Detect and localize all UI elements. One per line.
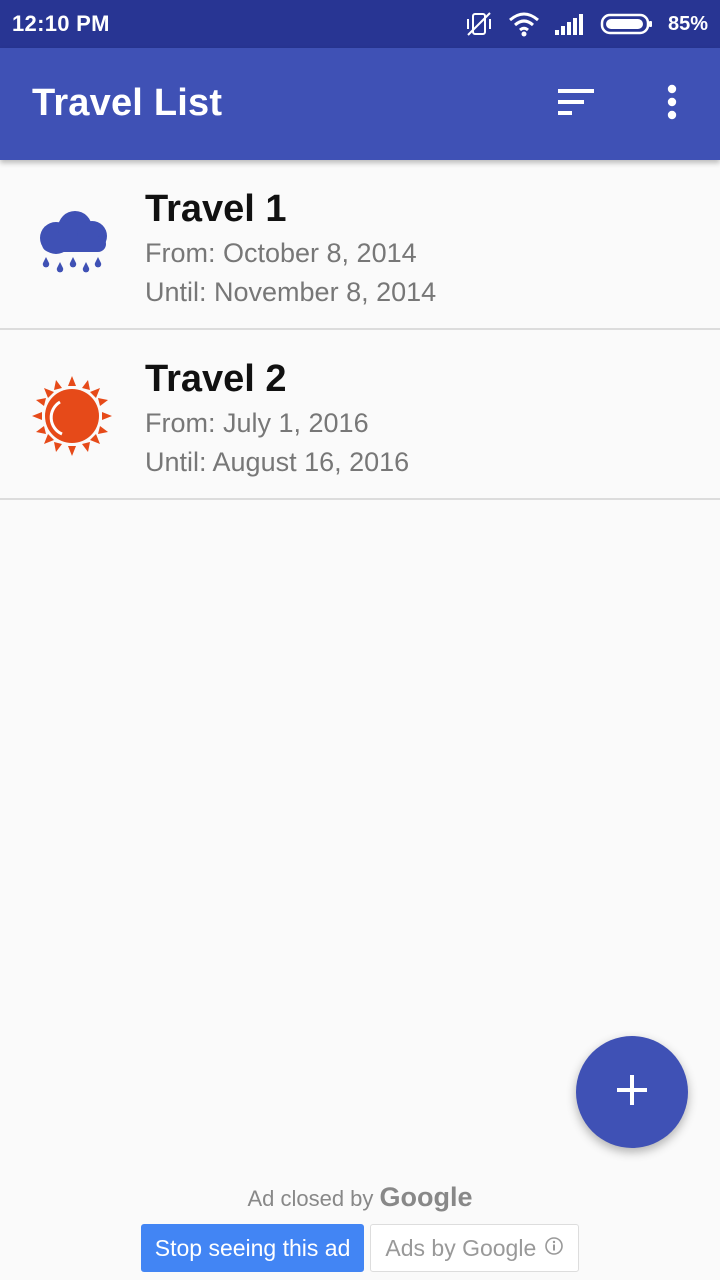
- add-travel-button[interactable]: [576, 1036, 688, 1148]
- page-title: Travel List: [32, 82, 223, 124]
- travel-title: Travel 2: [145, 358, 287, 400]
- stop-seeing-ad-label: Stop seeing this ad: [154, 1234, 351, 1261]
- list-item[interactable]: Travel 1 From: October 8, 2014 Until: No…: [0, 160, 720, 330]
- add-icon: [615, 1073, 649, 1112]
- sort-icon: [556, 87, 596, 122]
- ads-by-google-label: Ads by Google: [385, 1234, 537, 1261]
- info-icon: [544, 1235, 564, 1262]
- app-bar: Travel List: [0, 48, 720, 160]
- ads-by-google-button[interactable]: Ads by Google: [370, 1224, 580, 1272]
- travel-from-date: From: July 1, 2016: [145, 408, 369, 438]
- list-item[interactable]: Travel 2 From: July 1, 2016 Until: Augus…: [0, 330, 720, 500]
- travel-until-date: Until: August 16, 2016: [145, 447, 410, 477]
- ad-closed-notice: Ad closed by Google: [0, 1182, 720, 1213]
- sun-icon: [30, 374, 114, 458]
- ad-closed-text: Ad closed by: [247, 1186, 374, 1211]
- travel-title: Travel 1: [145, 188, 287, 230]
- more-vert-icon: [666, 84, 678, 125]
- vibrate-off-icon: [464, 11, 494, 37]
- status-time: 12:10 PM: [12, 11, 110, 36]
- wifi-icon: [508, 11, 540, 37]
- travel-list: Travel 1 From: October 8, 2014 Until: No…: [0, 160, 720, 500]
- stop-seeing-ad-button[interactable]: Stop seeing this ad: [140, 1224, 365, 1272]
- travel-until-date: Until: November 8, 2014: [145, 277, 437, 307]
- travel-from-date: From: October 8, 2014: [145, 238, 417, 268]
- battery-icon: [600, 12, 654, 36]
- rain-cloud-icon: [30, 204, 114, 288]
- more-options-button[interactable]: [644, 76, 700, 132]
- sort-button[interactable]: [548, 76, 604, 132]
- battery-percentage: 85%: [667, 12, 708, 35]
- status-bar: 12:10 PM 85%: [0, 0, 720, 48]
- status-icons: 85%: [464, 11, 708, 37]
- google-logo: Google: [379, 1182, 473, 1212]
- signal-icon: [554, 12, 586, 36]
- ad-buttons: Stop seeing this ad Ads by Google: [0, 1224, 720, 1272]
